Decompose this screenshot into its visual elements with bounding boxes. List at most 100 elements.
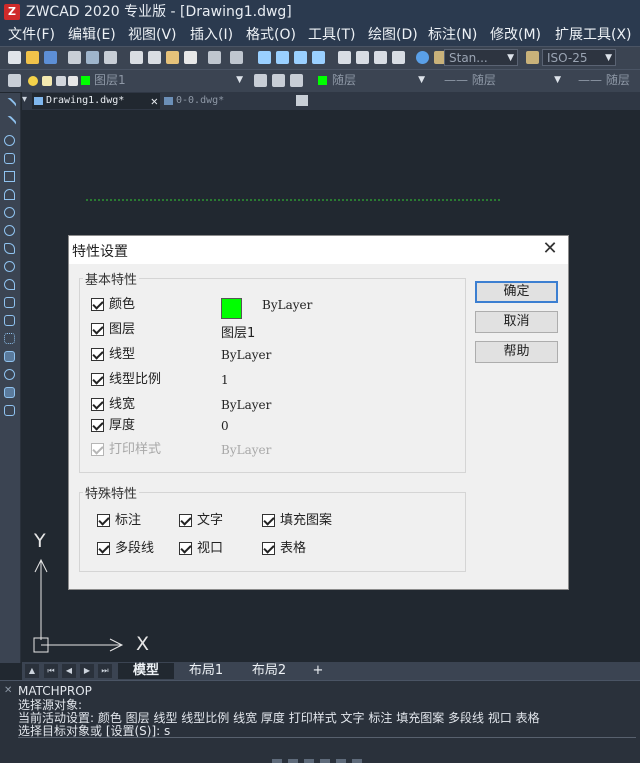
- print-icon[interactable]: [68, 51, 81, 64]
- save-icon[interactable]: [44, 51, 57, 64]
- layer-previous-icon[interactable]: [272, 74, 285, 87]
- open-file-icon[interactable]: [26, 51, 39, 64]
- new-file-icon[interactable]: [8, 51, 21, 64]
- hatch-icon[interactable]: [4, 351, 15, 362]
- new-tab-icon[interactable]: [296, 95, 308, 106]
- zoom-realtime-icon[interactable]: [276, 51, 289, 64]
- match-properties-icon[interactable]: [184, 51, 197, 64]
- layer-checkbox[interactable]: [91, 323, 104, 336]
- ellipse-arc-icon[interactable]: [4, 279, 15, 290]
- layer-thaw-sun-icon[interactable]: [42, 76, 52, 86]
- properties-icon[interactable]: [338, 51, 351, 64]
- first-tab-icon[interactable]: ⏮: [44, 664, 58, 678]
- last-tab-icon[interactable]: ⏭: [98, 664, 112, 678]
- linetype-select[interactable]: —— 随层 ▼: [440, 72, 564, 89]
- status-bar-icon[interactable]: [304, 759, 314, 763]
- spline-icon[interactable]: [4, 243, 15, 254]
- layer-state-icon[interactable]: [290, 74, 303, 87]
- layer-select[interactable]: 图层1 ▼: [90, 72, 246, 89]
- polyline-icon[interactable]: [4, 135, 15, 146]
- close-tab-icon[interactable]: ✕: [151, 93, 158, 109]
- add-layout-button[interactable]: +: [308, 663, 328, 679]
- cut-icon[interactable]: [130, 51, 143, 64]
- table-icon[interactable]: [4, 387, 15, 398]
- zoom-previous-icon[interactable]: [312, 51, 325, 64]
- dim-style-select[interactable]: ISO-25 ▼: [542, 49, 616, 66]
- linetype-checkbox[interactable]: [91, 348, 104, 361]
- plot-icon[interactable]: [104, 51, 117, 64]
- cancel-button[interactable]: 取消: [475, 311, 558, 333]
- polygon-icon[interactable]: [4, 153, 15, 164]
- help-icon[interactable]: [416, 51, 429, 64]
- linetype-scale-checkbox[interactable]: [91, 373, 104, 386]
- construction-line-icon[interactable]: [1, 114, 18, 131]
- lineweight-select[interactable]: —— 随层: [574, 72, 640, 89]
- menu-format[interactable]: 格式(O): [246, 26, 296, 44]
- text-style-select[interactable]: Stan... ▼: [444, 49, 518, 66]
- ok-button[interactable]: 确定: [475, 281, 558, 303]
- close-icon[interactable]: ✕: [540, 239, 560, 259]
- layer-on-bulb-icon[interactable]: [28, 76, 38, 86]
- next-tab-icon[interactable]: ▶: [80, 664, 94, 678]
- previous-tab-icon[interactable]: ◀: [62, 664, 76, 678]
- menu-edit[interactable]: 编辑(E): [68, 26, 116, 44]
- dimension-checkbox[interactable]: [97, 514, 110, 527]
- menu-dimension[interactable]: 标注(N): [428, 26, 477, 44]
- circle-icon[interactable]: [4, 207, 15, 218]
- undo-icon[interactable]: [208, 51, 221, 64]
- color-checkbox[interactable]: [91, 298, 104, 311]
- arc-icon[interactable]: [4, 189, 15, 200]
- help-button[interactable]: 帮助: [475, 341, 558, 363]
- calculator-icon[interactable]: [392, 51, 405, 64]
- hatch-checkbox[interactable]: [262, 514, 275, 527]
- design-center-icon[interactable]: [356, 51, 369, 64]
- tab-layout2[interactable]: 布局2: [240, 663, 298, 679]
- thickness-checkbox[interactable]: [91, 419, 104, 432]
- ellipse-icon[interactable]: [4, 261, 15, 272]
- color-select[interactable]: 随层 ▼: [328, 72, 428, 89]
- point-icon[interactable]: [4, 333, 15, 344]
- menu-view[interactable]: 视图(V): [128, 26, 177, 44]
- status-bar-icon[interactable]: [320, 759, 330, 763]
- menu-modify[interactable]: 修改(M): [490, 26, 541, 44]
- menu-express-tools[interactable]: 扩展工具(X): [555, 26, 632, 44]
- menu-insert[interactable]: 插入(I): [190, 26, 233, 44]
- paste-icon[interactable]: [166, 51, 179, 64]
- lineweight-checkbox[interactable]: [91, 398, 104, 411]
- viewport-checkbox[interactable]: [179, 542, 192, 555]
- make-block-icon[interactable]: [4, 315, 15, 326]
- menu-file[interactable]: 文件(F): [8, 26, 55, 44]
- copy-icon[interactable]: [148, 51, 161, 64]
- layer-unlock-icon[interactable]: [56, 76, 66, 86]
- rectangle-icon[interactable]: [4, 171, 15, 182]
- multiline-text-icon[interactable]: [4, 405, 15, 416]
- polyline-checkbox[interactable]: [97, 542, 110, 555]
- close-icon[interactable]: ✕: [4, 685, 12, 696]
- status-bar-icon[interactable]: [352, 759, 362, 763]
- print-preview-icon[interactable]: [86, 51, 99, 64]
- redo-icon[interactable]: [230, 51, 243, 64]
- status-bar-icon[interactable]: [272, 759, 282, 763]
- tab-layout1[interactable]: 布局1: [178, 663, 234, 679]
- revision-cloud-icon[interactable]: [4, 225, 15, 236]
- layer-plot-icon[interactable]: [68, 76, 78, 86]
- pan-icon[interactable]: [258, 51, 271, 64]
- status-bar-icon[interactable]: [288, 759, 298, 763]
- command-input[interactable]: 选择目标对象或 [设置(S)]: s: [18, 721, 636, 738]
- menu-draw[interactable]: 绘图(D): [368, 26, 418, 44]
- region-icon[interactable]: [4, 369, 15, 380]
- tab-drawing1[interactable]: Drawing1.dwg* ✕: [32, 93, 160, 109]
- make-current-layer-icon[interactable]: [254, 74, 267, 87]
- menu-tools[interactable]: 工具(T): [308, 26, 355, 44]
- tool-palette-icon[interactable]: [374, 51, 387, 64]
- tab-model[interactable]: 模型: [118, 663, 174, 679]
- table-checkbox[interactable]: [262, 542, 275, 555]
- text-checkbox[interactable]: [179, 514, 192, 527]
- insert-block-icon[interactable]: [4, 297, 15, 308]
- layer-manager-icon[interactable]: [8, 74, 21, 87]
- zoom-window-icon[interactable]: [294, 51, 307, 64]
- status-bar-icon[interactable]: [336, 759, 346, 763]
- tab-0-0[interactable]: 0-0.dwg*: [162, 93, 272, 109]
- line-icon[interactable]: [1, 96, 18, 113]
- scroll-up-icon[interactable]: ▲: [25, 664, 39, 678]
